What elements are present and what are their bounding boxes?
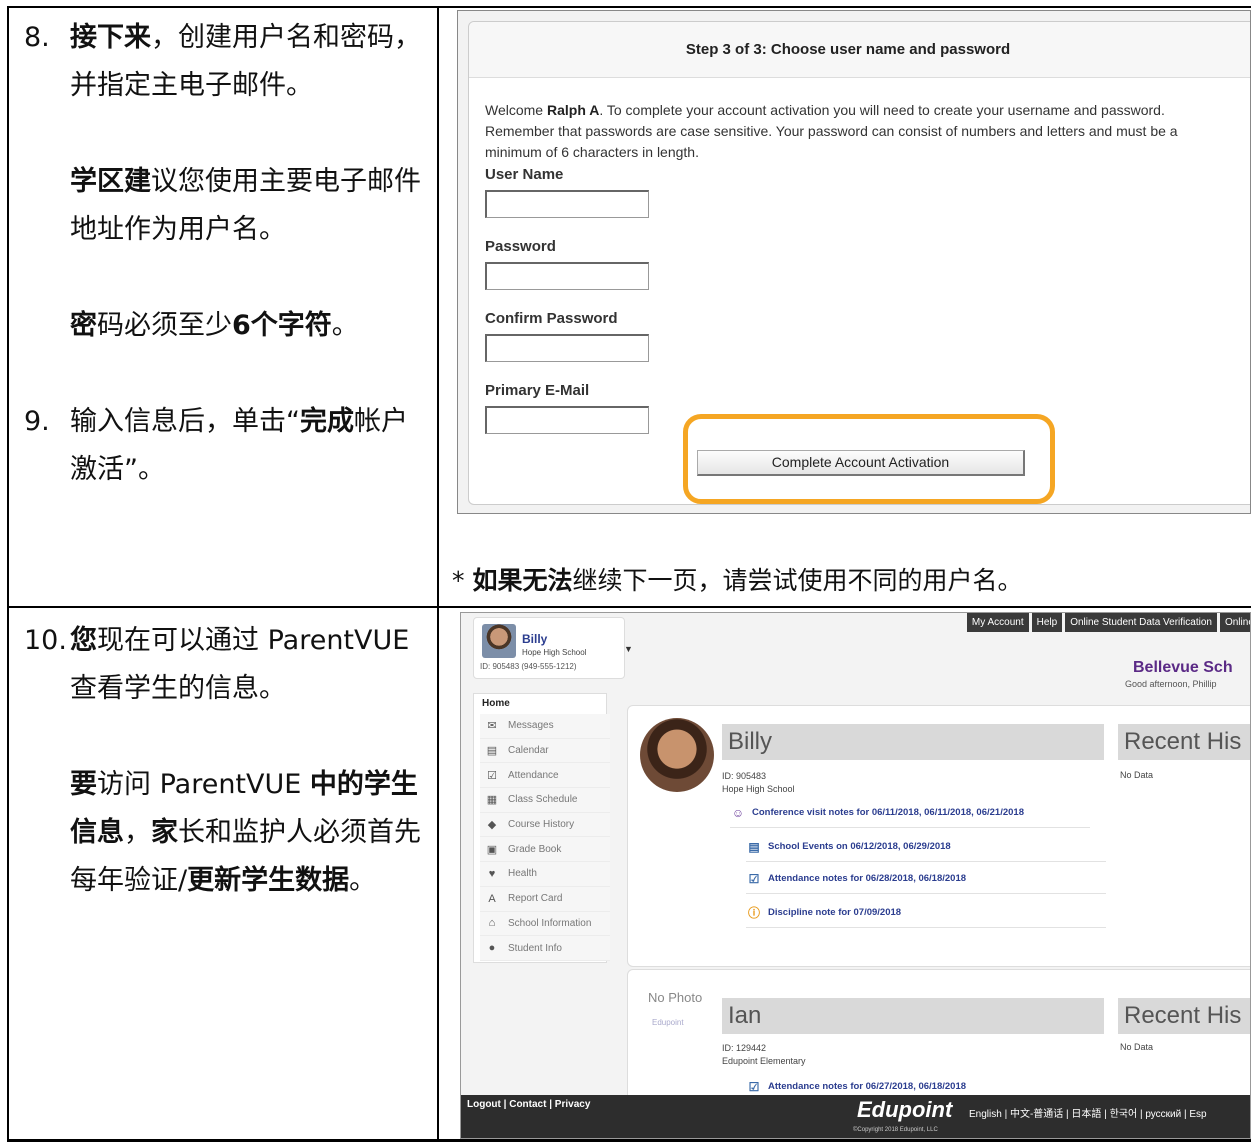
step-8-text: 接下来，创建用户名和密码，并指定主电子邮件。 (70, 22, 421, 101)
recent-history-bar: Recent His (1118, 998, 1250, 1034)
welcome-text: Welcome Ralph A. To complete your accoun… (485, 102, 1178, 160)
no-data-text: No Data (1120, 1042, 1154, 1052)
student-selector[interactable]: Billy Hope High School ID: 905483 (949-5… (473, 617, 633, 679)
no-photo-text: No Photo (648, 990, 703, 1005)
edupoint-logo: Edupoint (652, 1018, 684, 1027)
username-label: User Name (485, 166, 564, 183)
school-events-link[interactable]: ▤ School Events on 06/12/2018, 06/29/2018 (746, 832, 1106, 862)
column-divider (437, 6, 439, 1142)
sidebar-item-class-schedule[interactable]: ▦ Class Schedule (480, 788, 610, 813)
copyright: ©Copyright 2018 Edupoint, LLC (853, 1127, 938, 1133)
student-icon: ● (488, 942, 496, 955)
step-9-text: 输入信息后，单击“完成帐户激活”。 (70, 406, 408, 485)
online-registration-button[interactable]: Online Regist (1219, 613, 1250, 632)
student-name-bar[interactable]: Billy (722, 724, 1104, 760)
help-button[interactable]: Help (1031, 613, 1063, 632)
school-icon: ⌂ (488, 917, 496, 930)
email-label: Primary E-Mail (485, 382, 590, 399)
warning-icon: ⓘ (747, 906, 760, 920)
conference-icon: ☺ (731, 805, 745, 820)
parentvue-screenshot: Billy Hope High School ID: 905483 (949-5… (460, 612, 1251, 1139)
student-school: Hope High School (522, 648, 587, 657)
calendar-icon: ▤ (748, 839, 760, 854)
calendar-icon: ▤ (486, 745, 498, 758)
no-data-text: No Data (1120, 770, 1154, 780)
password-label: Password (485, 238, 556, 255)
confirm-password-field[interactable] (485, 334, 649, 362)
chevron-down-icon[interactable]: ▼ (624, 644, 633, 654)
edupoint-logo: Edupoint (857, 1097, 953, 1122)
step-8-tip: 学区建议您使用主要电子邮件地址作为用户名。 (70, 166, 421, 245)
sidebar-item-health[interactable]: ♥ Health (480, 862, 610, 887)
envelope-icon: ✉ (487, 720, 497, 733)
checkbox-icon: ☑ (748, 1079, 760, 1094)
footer: Logout | Contact | Privacy Edupoint ©Cop… (461, 1095, 1250, 1138)
sidebar-item-school-information[interactable]: ⌂ School Information (480, 911, 610, 937)
sidebar: Home ✉ Messages ▤ Calendar ☑ Attendance ▦ Cl… (473, 693, 610, 963)
student-school: Hope High School (722, 784, 795, 794)
step-10-requirement: 要访问 ParentVUE 中的学生信息，家长和监护人必须首先每年验证/更新学生… (70, 769, 421, 896)
gradebook-icon: ▣ (486, 843, 498, 856)
data-verification-button[interactable]: Online Student Data Verification (1065, 613, 1217, 632)
student-id: ID: 905483 (949-555-1212) (480, 662, 577, 671)
student-card: Billy Recent His ID: 905483 Hope High Sc… (627, 705, 1250, 967)
health-icon: ♥ (488, 867, 496, 880)
avatar (482, 624, 516, 658)
attendance-notes-link[interactable]: ☑ Attendance notes for 06/28/2018, 06/18/… (746, 864, 1106, 894)
activation-screenshot: Step 3 of 3: Choose user name and passwo… (457, 10, 1251, 514)
sidebar-item-student-info[interactable]: ● Student Info (480, 936, 610, 961)
sidebar-item-messages[interactable]: ✉ Messages (480, 714, 610, 739)
report-card-icon: A (488, 892, 496, 905)
step-8-password-rule: 密码必须至少6个字符。 (70, 310, 359, 341)
activation-panel: Step 3 of 3: Choose user name and passwo… (468, 21, 1250, 505)
course-icon: ◆ (487, 819, 497, 832)
step-number: 9. (24, 406, 50, 437)
sidebar-menu: ✉ Messages ▤ Calendar ☑ Attendance ▦ Class S… (480, 714, 610, 961)
row-divider (7, 606, 1251, 608)
footer-links[interactable]: Logout | Contact | Privacy (467, 1099, 590, 1110)
sidebar-item-course-history[interactable]: ◆ Course History (480, 812, 610, 838)
student-name-bar[interactable]: Ian (722, 998, 1104, 1034)
confirm-password-label: Confirm Password (485, 310, 618, 327)
student-id: ID: 129442 (722, 1043, 767, 1053)
home-tab[interactable]: Home (482, 698, 510, 709)
district-name: Bellevue Sch (1133, 659, 1233, 676)
sidebar-item-report-card[interactable]: A Report Card (480, 886, 610, 912)
schedule-icon: ▦ (486, 794, 498, 807)
my-account-button[interactable]: My Account (966, 613, 1029, 632)
username-note: * 如果无法继续下一页，请尝试使用不同的用户名。 (452, 566, 1023, 595)
conference-notes-link[interactable]: ☺ Conference visit notes for 06/11/2018, … (730, 798, 1090, 828)
student-school: Edupoint Elementary (722, 1056, 806, 1066)
recent-history-bar: Recent His (1118, 724, 1250, 760)
step-heading: Step 3 of 3: Choose user name and passwo… (469, 22, 1250, 78)
sidebar-item-calendar[interactable]: ▤ Calendar (480, 738, 610, 764)
username-field[interactable] (485, 190, 649, 218)
step-number: 8. (24, 22, 50, 53)
student-photo (640, 718, 714, 792)
sidebar-item-attendance[interactable]: ☑ Attendance (480, 763, 610, 789)
discipline-note-link[interactable]: ⓘ Discipline note for 07/09/2018 (746, 898, 1106, 928)
student-name: Billy (522, 632, 548, 646)
checkbox-icon: ☑ (748, 871, 760, 886)
step-10-text: 您现在可以通过 ParentVUE 查看学生的信息。 (70, 625, 410, 704)
student-id: ID: 905483 (722, 771, 767, 781)
complete-activation-button[interactable]: Complete Account Activation (697, 450, 1025, 476)
checkbox-icon: ☑ (487, 769, 497, 782)
greeting: Good afternoon, Phillip (1125, 679, 1217, 689)
step-number: 10. (24, 625, 67, 656)
sidebar-item-grade-book[interactable]: ▣ Grade Book (480, 837, 610, 863)
top-menu: My Account Help Online Student Data Veri… (966, 613, 1250, 632)
password-field[interactable] (485, 262, 649, 290)
email-field[interactable] (485, 406, 649, 434)
language-links[interactable]: English | 中文-普通话 | 日本語 | 한국어 | русский |… (969, 1105, 1207, 1120)
